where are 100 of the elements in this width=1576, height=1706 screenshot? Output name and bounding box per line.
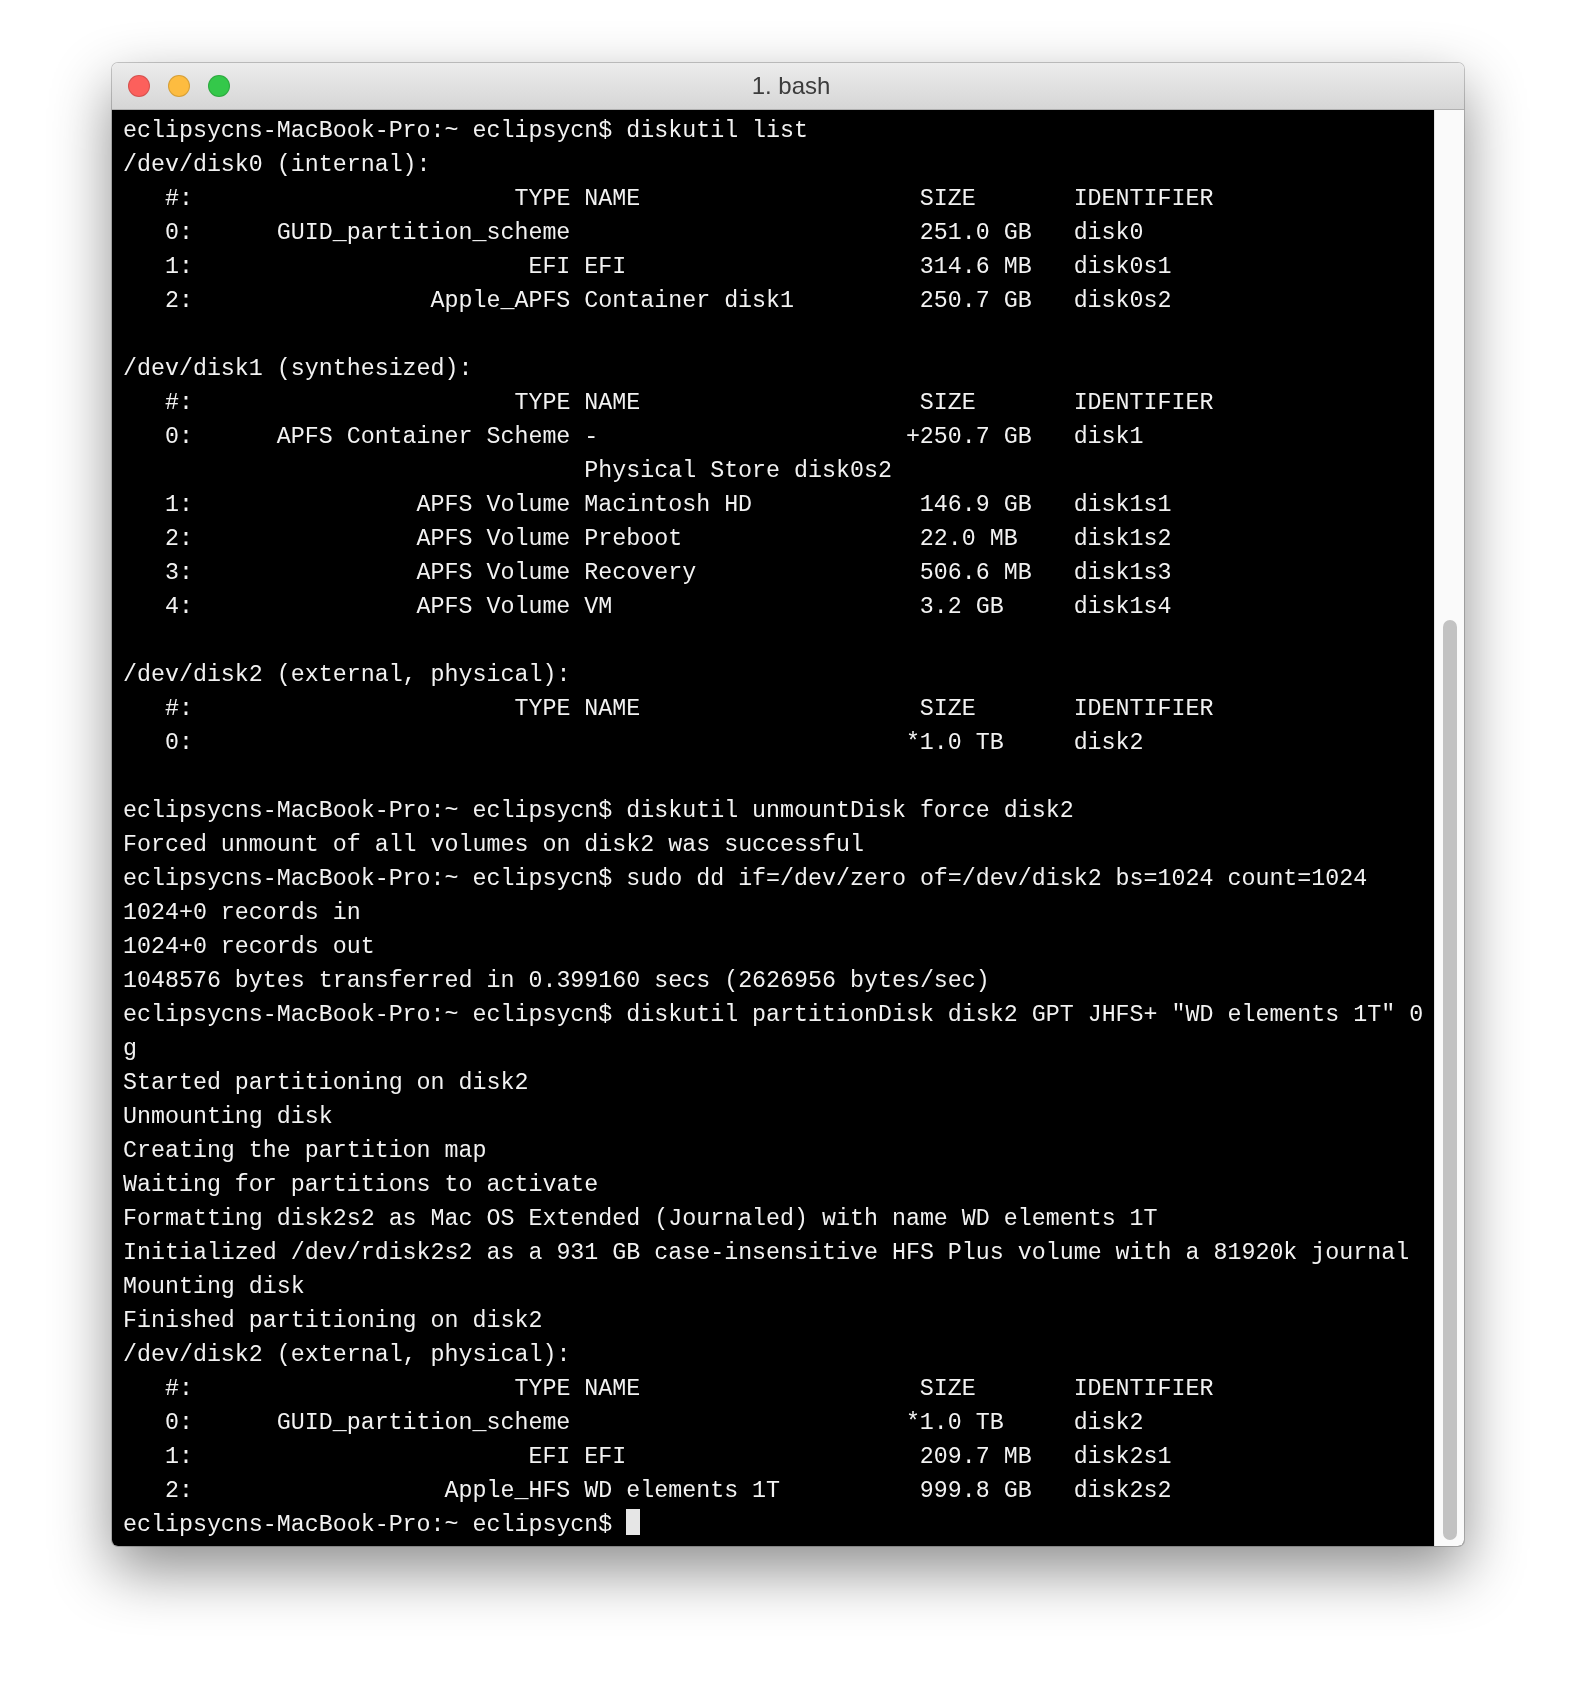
- partition-identifier: disk2s2: [1073, 1478, 1172, 1504]
- partition-size: SIZE: [919, 390, 976, 416]
- partition-name: Preboot: [584, 526, 683, 552]
- partition-name: Container disk1: [584, 288, 795, 314]
- partition-size: 146.9 GB: [919, 492, 1032, 518]
- partition-number: 1:: [164, 492, 193, 518]
- partition-identifier: IDENTIFIER: [1073, 390, 1214, 416]
- partition-number: #:: [164, 186, 193, 212]
- output-text: /dev/disk2 (external, physical):: [123, 1342, 571, 1368]
- zoom-button[interactable]: [208, 75, 230, 97]
- partition-number: #:: [164, 1376, 193, 1402]
- partition-number: 2:: [164, 1478, 193, 1504]
- partition-identifier: disk0s2: [1073, 288, 1172, 314]
- size-marker: *: [905, 1410, 920, 1436]
- partition-name: Physical Store disk0s2: [584, 458, 892, 484]
- partition-number: 0:: [164, 220, 193, 246]
- output-text: 1024+0 records in: [123, 900, 361, 926]
- partition-type: GUID_partition_scheme: [276, 1410, 571, 1436]
- command-line: eclipsycns-MacBook-Pro:~ eclipsycn$ diskutil list: [123, 118, 809, 144]
- partition-type: Apple_HFS: [444, 1478, 571, 1504]
- output-text: Unmounting disk: [123, 1104, 333, 1130]
- partition-name: NAME: [584, 390, 641, 416]
- partition-number: 1:: [164, 1444, 193, 1470]
- partition-identifier: disk1s1: [1073, 492, 1172, 518]
- partition-size: 251.0 GB: [919, 220, 1032, 246]
- output-text: /dev/disk1 (synthesized):: [123, 356, 473, 382]
- partition-identifier: disk2: [1073, 1410, 1144, 1436]
- partition-type: GUID_partition_scheme: [276, 220, 571, 246]
- partition-size: 250.7 GB: [919, 424, 1032, 450]
- output-text: Mounting disk: [123, 1274, 305, 1300]
- partition-number: 0:: [164, 424, 193, 450]
- size-marker: +: [905, 424, 920, 450]
- partition-name: NAME: [584, 186, 641, 212]
- partition-type: EFI: [528, 254, 571, 280]
- partition-type: APFS Volume: [416, 526, 571, 552]
- partition-type: Apple_APFS: [430, 288, 571, 314]
- output-text: /dev/disk2 (external, physical):: [123, 662, 571, 688]
- partition-number: #:: [164, 696, 193, 722]
- partition-identifier: disk0s1: [1073, 254, 1172, 280]
- partition-size: 250.7 GB: [919, 288, 1032, 314]
- partition-size: 22.0 MB: [919, 526, 1018, 552]
- partition-type: TYPE: [514, 390, 571, 416]
- partition-type: APFS Container Scheme: [276, 424, 571, 450]
- partition-type: TYPE: [514, 186, 571, 212]
- partition-number: 0:: [164, 1410, 193, 1436]
- partition-identifier: disk1s2: [1073, 526, 1172, 552]
- partition-name: NAME: [584, 696, 641, 722]
- partition-identifier: disk1s3: [1073, 560, 1172, 586]
- partition-identifier: disk2s1: [1073, 1444, 1172, 1470]
- partition-name: EFI: [584, 1444, 627, 1470]
- output-text: 1048576 bytes transferred in 0.399160 secs (2626956 bytes/sec): [123, 968, 990, 994]
- partition-type: APFS Volume: [416, 492, 571, 518]
- partition-identifier: IDENTIFIER: [1073, 1376, 1214, 1402]
- output-text: Creating the partition map: [123, 1138, 487, 1164]
- partition-size: SIZE: [919, 696, 976, 722]
- partition-number: 2:: [164, 288, 193, 314]
- partition-identifier: disk1s4: [1073, 594, 1172, 620]
- output-text: Started partitioning on disk2: [123, 1070, 529, 1096]
- output-text: Initialized /dev/rdisk2s2 as a 931 GB case-insensitive HFS Plus volume with a 81920k journal: [123, 1240, 1410, 1266]
- partition-identifier: disk1: [1073, 424, 1144, 450]
- output-text: Formatting disk2s2 as Mac OS Extended (Journaled) with name WD elements 1T: [123, 1206, 1158, 1232]
- partition-name: NAME: [584, 1376, 641, 1402]
- partition-name: Macintosh HD: [584, 492, 753, 518]
- output-text: Waiting for partitions to activate: [123, 1172, 599, 1198]
- partition-type: TYPE: [514, 1376, 571, 1402]
- partition-number: 3:: [164, 560, 193, 586]
- partition-size: SIZE: [919, 186, 976, 212]
- partition-size: 3.2 GB: [919, 594, 1004, 620]
- partition-number: #:: [164, 390, 193, 416]
- partition-type: EFI: [528, 1444, 571, 1470]
- partition-number: 1:: [164, 254, 193, 280]
- partition-name: EFI: [584, 254, 627, 280]
- partition-number: 2:: [164, 526, 193, 552]
- partition-size: 1.0 TB: [919, 1410, 1004, 1436]
- partition-number: 0:: [164, 730, 193, 756]
- partition-name: VM: [584, 594, 613, 620]
- partition-number: 4:: [164, 594, 193, 620]
- partition-identifier: IDENTIFIER: [1073, 696, 1214, 722]
- partition-size: 209.7 MB: [919, 1444, 1032, 1470]
- partition-name: WD elements 1T: [584, 1478, 781, 1504]
- partition-identifier: IDENTIFIER: [1073, 186, 1214, 212]
- partition-type: APFS Volume: [416, 560, 571, 586]
- partition-identifier: disk0: [1073, 220, 1144, 246]
- output-text: /dev/disk0 (internal):: [123, 152, 431, 178]
- size-marker: *: [905, 730, 920, 756]
- partition-type: TYPE: [514, 696, 571, 722]
- partition-size: 506.6 MB: [919, 560, 1032, 586]
- output-text: Forced unmount of all volumes on disk2 was successful: [123, 832, 864, 858]
- partition-type: APFS Volume: [416, 594, 571, 620]
- scrollbar-thumb[interactable]: [1442, 620, 1457, 1540]
- partition-name: -: [584, 424, 599, 450]
- command-line: eclipsycns-MacBook-Pro:~ eclipsycn$ diskutil partitionDisk disk2 GPT JHFS+ "WD elements 1T" 0g: [123, 1002, 1424, 1062]
- close-button[interactable]: [128, 75, 150, 97]
- partition-size: SIZE: [919, 1376, 976, 1402]
- scrollbar[interactable]: [1434, 110, 1464, 1546]
- minimize-button[interactable]: [168, 75, 190, 97]
- output-text: Finished partitioning on disk2: [123, 1308, 543, 1334]
- command-line: eclipsycns-MacBook-Pro:~ eclipsycn$ sudo dd if=/dev/zero of=/dev/disk2 bs=1024 count=1024: [123, 866, 1368, 892]
- prompt-text: eclipsycns-MacBook-Pro:~ eclipsycn$: [123, 1512, 613, 1538]
- partition-size: 999.8 GB: [919, 1478, 1032, 1504]
